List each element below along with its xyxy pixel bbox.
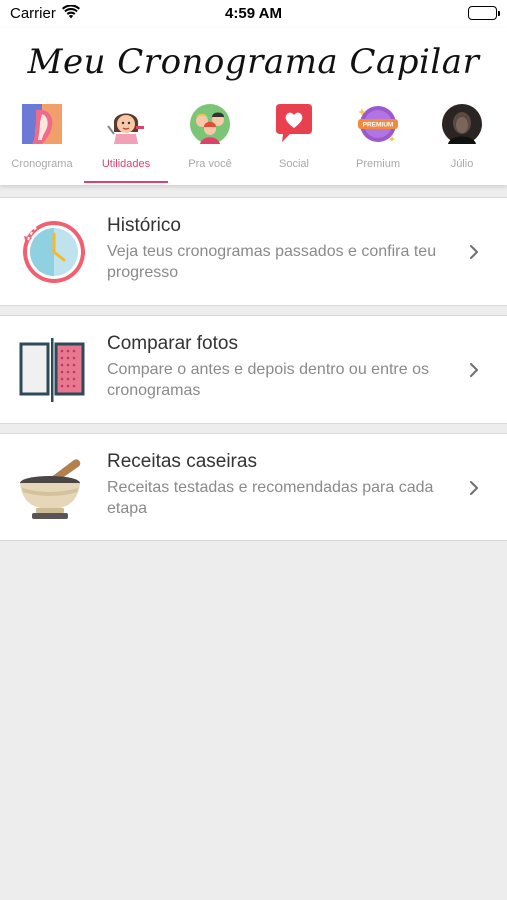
- tab-profile[interactable]: Júlio: [420, 102, 504, 185]
- status-bar: Carrier 4:59 AM: [0, 0, 507, 28]
- card-title: Comparar fotos: [107, 333, 238, 354]
- card-receitas-caseiras[interactable]: Receitas caseiras Receitas testadas e re…: [0, 433, 507, 541]
- people-group-icon: [190, 104, 230, 144]
- app-title: Meu Cronograma Capilar: [27, 42, 480, 82]
- tab-premium[interactable]: PREMIUM Premium: [336, 102, 420, 185]
- card-title: Histórico: [107, 215, 181, 236]
- chevron-right-icon: [467, 361, 481, 379]
- tab-label: Utilidades: [101, 158, 151, 170]
- chevron-right-icon: [467, 243, 481, 261]
- tab-label: Social: [279, 158, 309, 170]
- battery-icon: [468, 6, 500, 20]
- card-historico[interactable]: Histórico Veja teus cronogramas passados…: [0, 197, 507, 306]
- card-description: Veja teus cronogramas passados e confira…: [107, 243, 437, 281]
- premium-badge-text: PREMIUM: [363, 122, 394, 129]
- header: Meu Cronograma Capilar Cronograma Utilid…: [0, 28, 507, 185]
- tab-pra-voce[interactable]: Pra você: [168, 102, 252, 185]
- tab-label: Cronograma: [11, 158, 73, 170]
- tab-utilidades[interactable]: Utilidades: [84, 102, 168, 185]
- hair-salon-icon: [106, 104, 146, 144]
- hair-profile-icon: [22, 104, 62, 144]
- tab-cronograma[interactable]: Cronograma: [0, 102, 84, 185]
- mortar-pestle-icon: [18, 452, 88, 522]
- tab-label: Pra você: [188, 158, 232, 170]
- card-comparar-fotos[interactable]: Comparar fotos Compare o antes e depois …: [0, 315, 507, 424]
- card-description: Receitas testadas e recomendadas para ca…: [107, 479, 434, 517]
- card-title: Receitas caseiras: [107, 451, 257, 472]
- tab-label: Júlio: [450, 158, 474, 170]
- heart-chat-icon: [274, 104, 314, 144]
- tab-bar: Cronograma Utilidades Pra você Social PR…: [0, 102, 507, 185]
- tab-social[interactable]: Social: [252, 102, 336, 185]
- active-tab-indicator: [84, 181, 168, 183]
- tab-label: Premium: [355, 158, 400, 170]
- compare-photos-icon: [18, 336, 88, 406]
- clock-history-icon: [18, 216, 88, 286]
- avatar: [442, 104, 482, 144]
- clock: 4:59 AM: [225, 5, 282, 22]
- premium-badge-icon: PREMIUM: [358, 104, 398, 144]
- chevron-right-icon: [467, 479, 481, 497]
- card-description: Compare o antes e depois dentro ou entre…: [107, 361, 429, 399]
